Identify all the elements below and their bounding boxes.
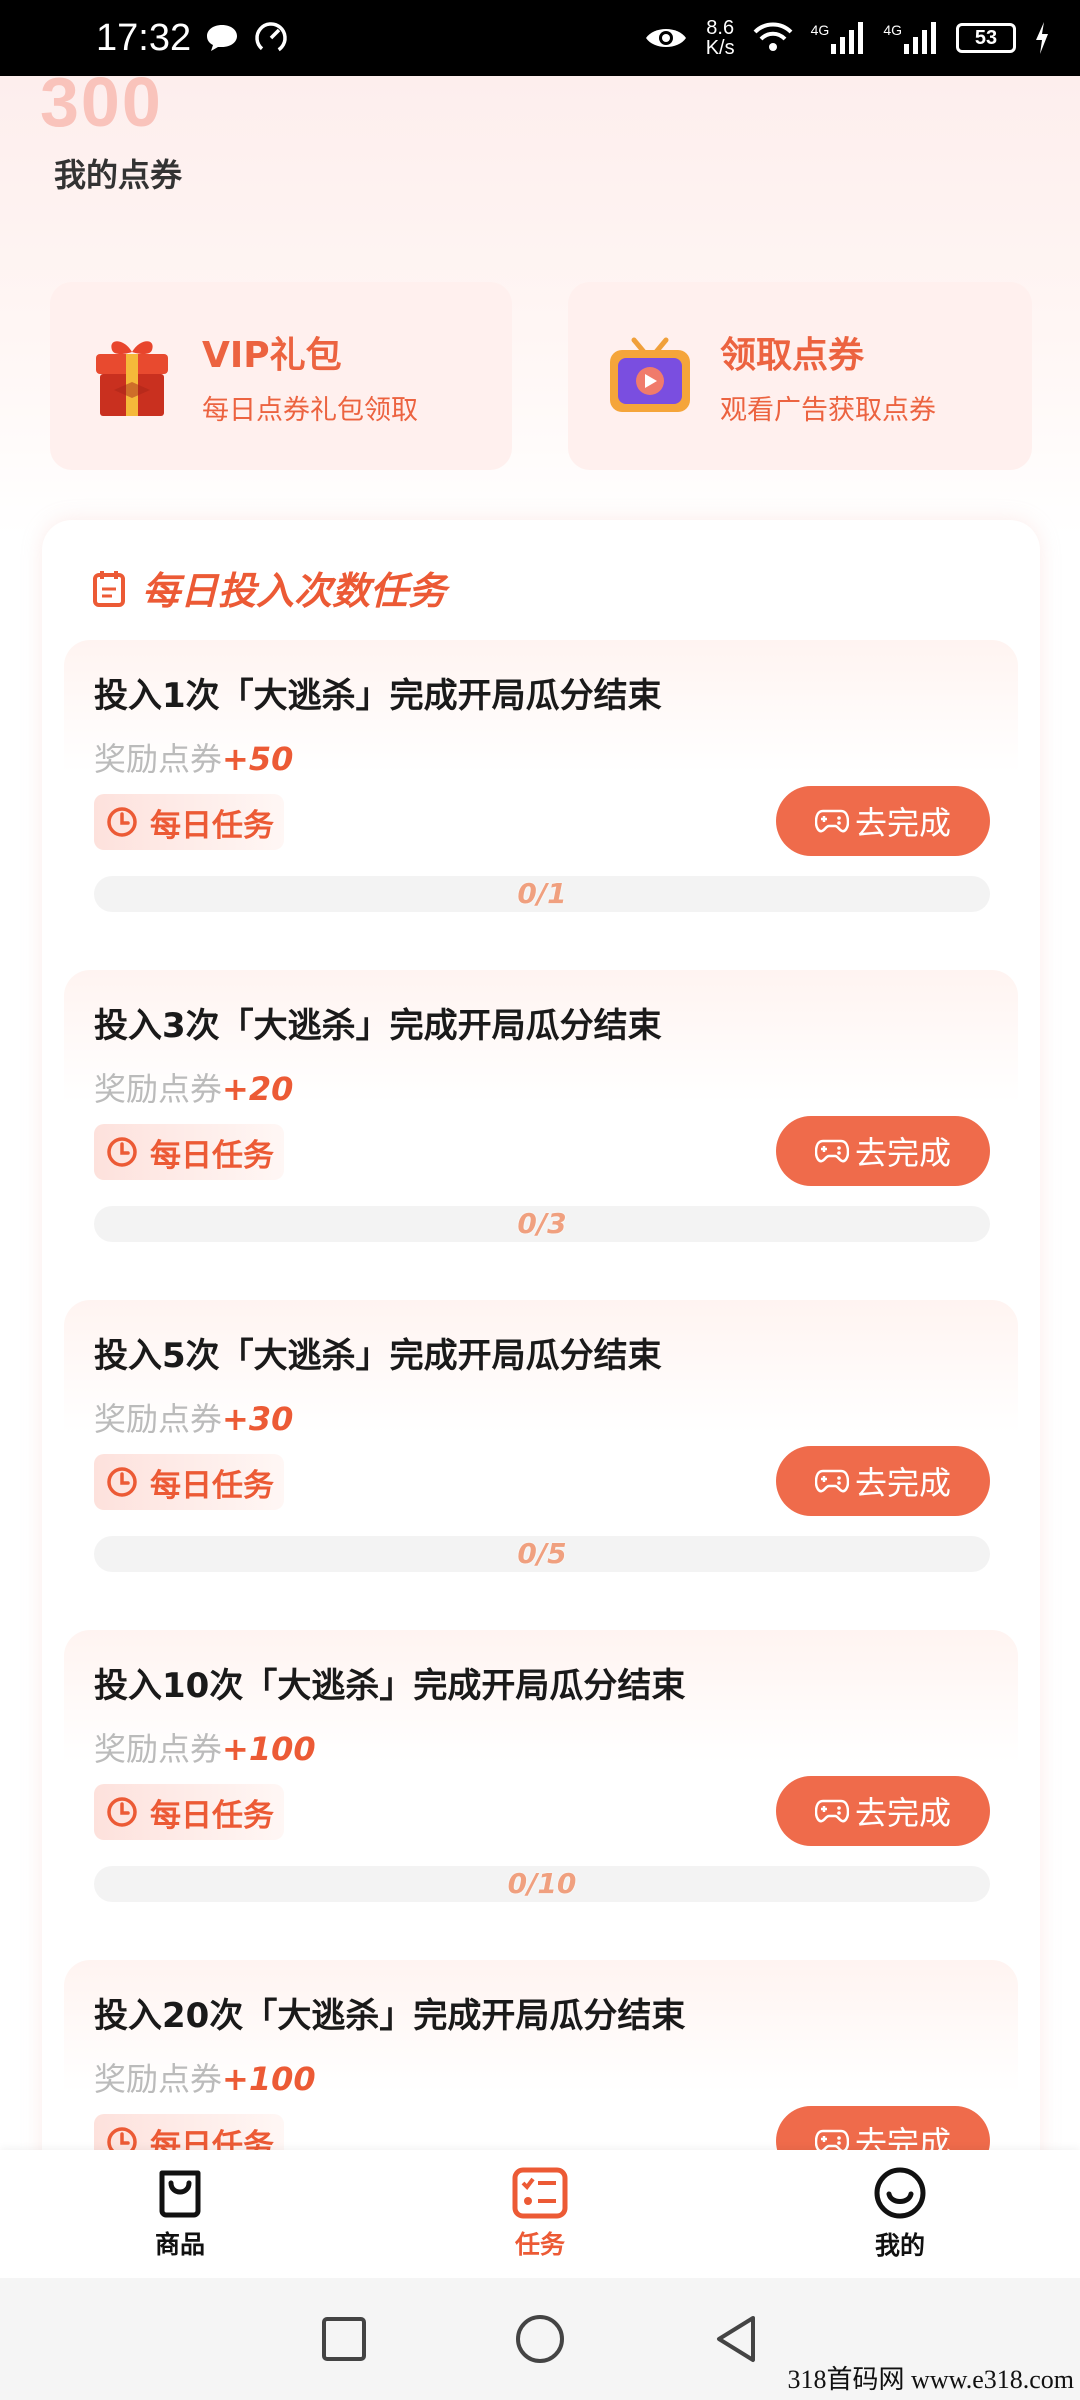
speedometer-icon xyxy=(255,22,287,54)
status-time: 17:32 xyxy=(96,16,192,59)
eye-icon xyxy=(645,29,686,47)
promo-subtitle: 每日点券礼包领取 xyxy=(202,394,418,426)
reward-label: 奖励点券 xyxy=(94,1730,223,1768)
reward-value: +20 xyxy=(222,1070,294,1108)
reward-label: 奖励点券 xyxy=(94,740,223,778)
recent-apps-icon[interactable] xyxy=(321,2316,367,2362)
task-title: 投入10次「大逃杀」完成开局瓜分结束 xyxy=(94,1666,686,1706)
nav-item-tasks[interactable]: 任务 xyxy=(440,2167,640,2261)
nav-label: 任务 xyxy=(514,2230,565,2259)
daily-task-tag: 每日任务 xyxy=(94,1454,284,1510)
task-panel-title: 每日投入次数任务 xyxy=(142,569,447,613)
progress-bar: 0/10 xyxy=(94,1866,990,1902)
progress-bar: 0/5 xyxy=(94,1536,990,1572)
daily-task-label: 每日任务 xyxy=(150,1467,274,1504)
daily-task-label: 每日任务 xyxy=(150,1797,274,1834)
task-card: 投入5次「大逃杀」完成开局瓜分结束 奖励点券+30 每日任务 去完成 0/5 xyxy=(64,1300,1018,1596)
go-complete-button[interactable]: 去完成 xyxy=(776,786,990,856)
progress-text: 0/1 xyxy=(517,877,567,910)
points-value: 300 xyxy=(40,63,163,141)
promo-title: VIP礼包 xyxy=(202,334,342,376)
go-complete-button[interactable]: 去完成 xyxy=(776,1776,990,1846)
task-card: 投入1次「大逃杀」完成开局瓜分结束 奖励点券+50 每日任务 去完成 0/1 xyxy=(64,640,1018,936)
reward-value: +100 xyxy=(222,1730,316,1768)
task-card: 投入3次「大逃杀」完成开局瓜分结束 奖励点券+20 每日任务 去完成 0/3 xyxy=(64,970,1018,1266)
reward-value: +100 xyxy=(222,2060,316,2098)
net-speed-unit: K/s xyxy=(705,37,735,59)
signal-icon xyxy=(831,22,864,54)
message-icon xyxy=(207,25,238,51)
calendar-icon xyxy=(93,570,125,607)
gamepad-icon xyxy=(814,1469,849,1493)
task-title: 投入20次「大逃杀」完成开局瓜分结束 xyxy=(94,1996,686,2036)
bag-icon xyxy=(159,2170,201,2218)
gamepad-icon xyxy=(814,1799,849,1823)
daily-task-label: 每日任务 xyxy=(150,1137,274,1174)
progress-text: 0/10 xyxy=(507,1867,577,1900)
clock-icon xyxy=(107,1137,137,1167)
gamepad-icon xyxy=(814,809,849,833)
task-reward: 奖励点券+50 xyxy=(94,734,293,780)
vip-gift-card[interactable]: VIP礼包 每日点券礼包领取 xyxy=(50,282,512,470)
progress-bar: 0/3 xyxy=(94,1206,990,1242)
net-speed: 8.6 K/s xyxy=(706,18,735,58)
task-card: 投入10次「大逃杀」完成开局瓜分结束 奖励点券+100 每日任务 去完成 0/1… xyxy=(64,1630,1018,1926)
go-complete-label: 去完成 xyxy=(854,1134,951,1172)
reward-label: 奖励点券 xyxy=(94,1070,223,1108)
progress-bar: 0/1 xyxy=(94,876,990,912)
daily-task-tag: 每日任务 xyxy=(94,1124,284,1180)
tv-icon xyxy=(610,337,690,412)
reward-value: +50 xyxy=(222,740,294,778)
clock-icon xyxy=(107,1797,137,1827)
claim-coupon-card[interactable]: 领取点券 观看广告获取点券 xyxy=(568,282,1032,470)
go-complete-button[interactable]: 去完成 xyxy=(776,1446,990,1516)
go-complete-button[interactable]: 去完成 xyxy=(776,1116,990,1186)
network-type-2: 4G xyxy=(883,22,902,38)
go-complete-label: 去完成 xyxy=(854,1464,951,1502)
reward-label: 奖励点券 xyxy=(94,1400,223,1438)
task-reward: 奖励点券+100 xyxy=(94,1724,316,1770)
task-panel: 每日投入次数任务 投入1次「大逃杀」完成开局瓜分结束 奖励点券+50 每日任务 xyxy=(42,520,1040,2240)
promo-title: 领取点券 xyxy=(720,334,865,376)
task-title: 投入3次「大逃杀」完成开局瓜分结束 xyxy=(94,1006,662,1046)
nav-label: 商品 xyxy=(154,2230,205,2259)
network-type-1: 4G xyxy=(810,22,830,38)
reward-value: +30 xyxy=(222,1400,294,1438)
gift-icon xyxy=(96,341,168,416)
reward-label: 奖励点券 xyxy=(94,2060,223,2098)
signal-icon xyxy=(904,22,936,54)
wifi-icon xyxy=(753,22,793,51)
net-speed-value: 8.6 xyxy=(706,17,735,39)
task-panel-header: 每日投入次数任务 xyxy=(92,560,446,615)
back-icon[interactable] xyxy=(713,2314,759,2364)
battery-indicator: 53 xyxy=(956,23,1016,53)
nav-item-mine[interactable]: 我的 xyxy=(800,2166,1000,2262)
progress-text: 0/5 xyxy=(517,1537,567,1570)
clock-icon xyxy=(107,1467,137,1497)
task-title: 投入1次「大逃杀」完成开局瓜分结束 xyxy=(94,676,662,716)
daily-task-label: 每日任务 xyxy=(150,807,274,844)
nav-item-products[interactable]: 商品 xyxy=(80,2167,280,2261)
task-reward: 奖励点券+30 xyxy=(94,1394,293,1440)
task-reward: 奖励点券+20 xyxy=(94,1064,293,1110)
progress-text: 0/3 xyxy=(517,1207,567,1240)
smile-icon xyxy=(874,2167,926,2219)
go-complete-label: 去完成 xyxy=(854,804,951,842)
promo-subtitle: 观看广告获取点券 xyxy=(720,394,936,426)
task-list-icon xyxy=(512,2167,568,2219)
go-complete-label: 去完成 xyxy=(854,1794,951,1832)
points-label: 我的点券 xyxy=(54,156,183,194)
watermark: 318首码网 www.e318.com xyxy=(787,2365,1074,2394)
home-icon[interactable] xyxy=(515,2314,565,2364)
daily-task-tag: 每日任务 xyxy=(94,1784,284,1840)
battery-level: 53 xyxy=(974,26,998,49)
task-reward: 奖励点券+100 xyxy=(94,2054,316,2100)
daily-task-tag: 每日任务 xyxy=(94,794,284,850)
clock-icon xyxy=(107,807,137,837)
nav-label: 我的 xyxy=(874,2231,925,2260)
task-title: 投入5次「大逃杀」完成开局瓜分结束 xyxy=(94,1336,662,1376)
charging-icon xyxy=(1036,22,1048,54)
gamepad-icon xyxy=(814,1139,849,1163)
bottom-nav: 商品 任务 我的 xyxy=(0,2150,1080,2278)
